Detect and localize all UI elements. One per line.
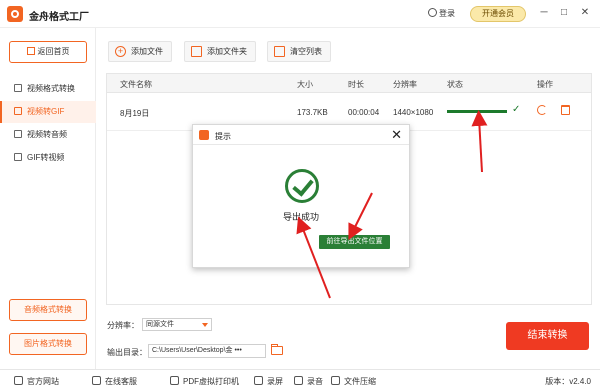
audio-record-link[interactable]: 录音 — [294, 376, 323, 387]
clear-list-label: 清空列表 — [290, 47, 322, 56]
column-header: 操作 — [537, 80, 553, 89]
progress-fill — [447, 110, 507, 113]
status-item-label: 录音 — [307, 377, 323, 386]
file-name: 8月19日 — [120, 109, 150, 118]
folder-icon[interactable] — [271, 344, 283, 355]
audio-format-button[interactable]: 音频格式转换 — [9, 299, 87, 321]
pdf-printer-link[interactable]: PDF虚拟打印机 — [170, 376, 239, 387]
image-format-button[interactable]: 图片格式转换 — [9, 333, 87, 355]
dialog-header: 提示 ✕ — [193, 125, 409, 145]
add-folder-label: 添加文件夹 — [207, 47, 247, 56]
home-label: 返回首页 — [37, 47, 70, 56]
file-compress-link[interactable]: 文件压缩 — [331, 376, 376, 387]
online-service-link[interactable]: 在线客服 — [92, 376, 137, 387]
file-duration: 00:00:04 — [348, 108, 380, 117]
gif-icon — [14, 107, 22, 115]
resolution-value: 同源文件 — [146, 321, 174, 328]
column-header: 文件名称 — [120, 80, 152, 89]
minimize-button[interactable]: ─ — [538, 7, 550, 19]
column-header: 时长 — [348, 80, 364, 89]
output-path-field[interactable]: C:\Users\User\Desktop\金 ••• — [148, 344, 266, 358]
mic-icon — [294, 376, 303, 385]
add-folder-button[interactable]: 添加文件夹 — [184, 41, 256, 62]
sidebar-item-gif-to-video[interactable]: GIF转视频 — [0, 147, 96, 169]
add-file-button[interactable]: + 添加文件 — [108, 41, 172, 62]
app-title: 金舟格式工厂 — [29, 12, 89, 23]
vip-button[interactable]: 开通会员 — [470, 6, 526, 22]
sidebar-item-label: 视频格式转换 — [27, 84, 75, 93]
sidebar-item-video-to-audio[interactable]: 视频转音频 — [0, 124, 96, 146]
file-resolution: 1440×1080 — [393, 108, 434, 117]
login-label: 登录 — [439, 9, 455, 18]
audio-icon — [14, 130, 22, 138]
success-check-icon — [285, 169, 319, 203]
stop-convert-button[interactable]: 结束转换 — [506, 322, 589, 350]
status-bar: 官方网站 在线客服 PDF虚拟打印机 录屏 录音 文件压缩 版本：v2.4.0 — [0, 369, 600, 391]
home-button[interactable]: 返回首页 — [9, 41, 87, 63]
success-dialog: 提示 ✕ 导出成功 前往导出文件位置 — [192, 124, 410, 268]
headset-icon — [92, 376, 101, 385]
video-icon — [14, 84, 22, 92]
dialog-title: 提示 — [215, 132, 231, 141]
sidebar-item-video-format[interactable]: 视频格式转换 — [0, 78, 96, 100]
file-size: 173.7KB — [297, 108, 328, 117]
sidebar-item-label: 视频转GIF — [27, 107, 65, 116]
app-logo-icon — [7, 6, 23, 22]
home-icon — [26, 47, 35, 55]
sidebar: 返回首页 视频格式转换 视频转GIF 视频转音频 GIF转视频 音频格式转换 图… — [0, 28, 96, 369]
record-icon — [254, 376, 263, 385]
folder-plus-icon — [191, 46, 202, 57]
login-button[interactable]: 登录 — [428, 8, 455, 19]
column-header: 大小 — [297, 80, 313, 89]
output-label: 输出目录： — [107, 348, 147, 357]
add-file-label: 添加文件 — [131, 47, 163, 56]
official-site-link[interactable]: 官方网站 — [14, 376, 59, 387]
app-logo-icon — [199, 130, 209, 140]
progress-bar — [447, 110, 507, 113]
printer-icon — [170, 376, 179, 385]
sidebar-item-video-to-gif[interactable]: 视频转GIF — [0, 101, 96, 123]
chevron-down-icon — [202, 323, 208, 327]
close-window-button[interactable]: ✕ — [579, 7, 591, 19]
status-item-label: PDF虚拟打印机 — [183, 377, 239, 386]
column-header: 分辨率 — [393, 80, 417, 89]
status-item-label: 官方网站 — [27, 377, 59, 386]
home-icon — [14, 376, 23, 385]
screen-record-link[interactable]: 录屏 — [254, 376, 283, 387]
clear-list-button[interactable]: 清空列表 — [267, 41, 331, 62]
user-icon — [428, 8, 437, 17]
version-label: 版本：v2.4.0 — [545, 377, 591, 386]
resolution-label: 分辨率： — [107, 321, 139, 330]
check-icon: ✓ — [512, 104, 521, 115]
maximize-button[interactable]: □ — [558, 7, 570, 19]
refresh-icon[interactable] — [537, 105, 547, 115]
sidebar-item-label: 视频转音频 — [27, 130, 67, 139]
compress-icon — [331, 376, 340, 385]
clear-icon — [274, 46, 285, 57]
close-icon[interactable]: ✕ — [391, 127, 402, 143]
resolution-select[interactable]: 同源文件 — [142, 318, 212, 331]
status-item-label: 文件压缩 — [344, 377, 376, 386]
status-item-label: 录屏 — [267, 377, 283, 386]
status-item-label: 在线客服 — [105, 377, 137, 386]
title-bar: 金舟格式工厂 登录 开通会员 ─ □ ✕ — [0, 0, 600, 28]
sidebar-item-label: GIF转视频 — [27, 153, 65, 162]
dialog-message: 导出成功 — [282, 212, 319, 222]
table-header: 文件名称 大小 时长 分辨率 状态 操作 — [107, 74, 591, 93]
open-output-folder-button[interactable]: 前往导出文件位置 — [319, 235, 390, 249]
trash-icon[interactable] — [561, 105, 570, 115]
film-icon — [14, 153, 22, 161]
column-header: 状态 — [447, 80, 463, 89]
plus-icon: + — [115, 46, 126, 57]
